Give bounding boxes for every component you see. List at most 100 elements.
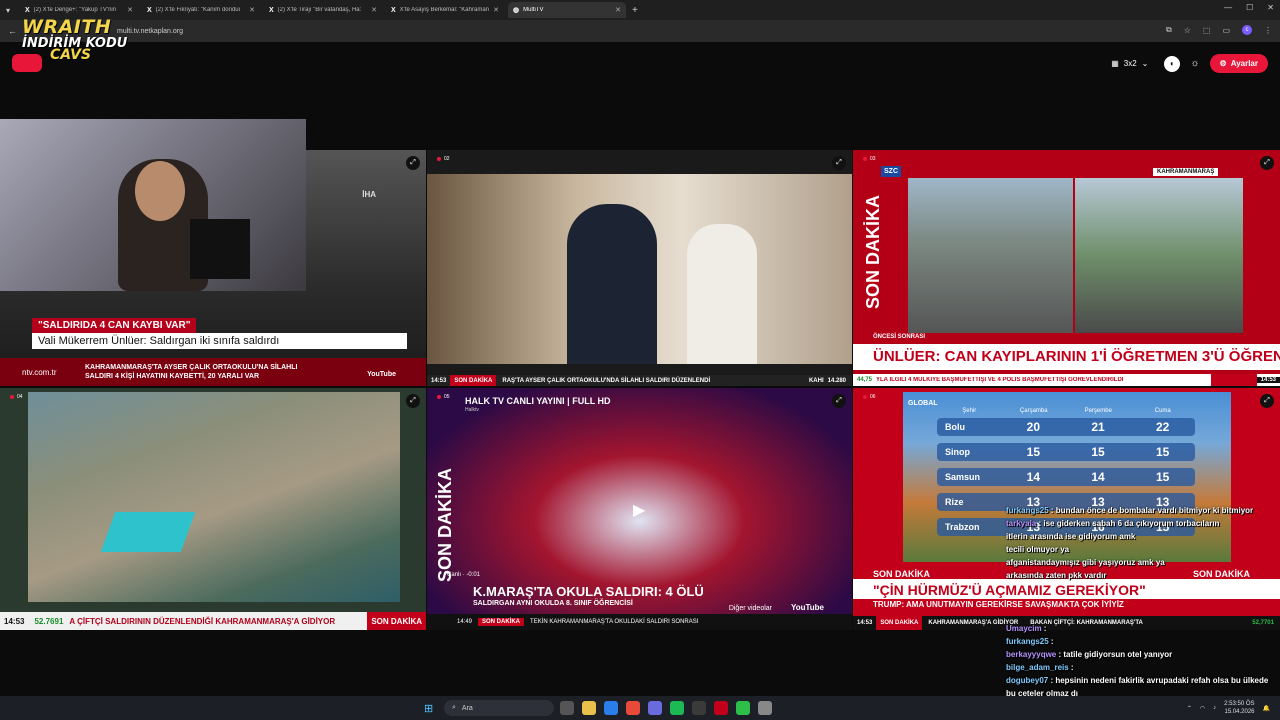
sidebar-icon[interactable]: ▭ — [1222, 26, 1230, 35]
location-label: KAHRAMANMARAŞ — [1153, 168, 1219, 176]
tile-number: 04 — [10, 394, 23, 400]
profile-avatar[interactable]: c — [1242, 25, 1252, 35]
expand-icon[interactable]: ⤢ — [1260, 394, 1274, 408]
whatsapp-icon[interactable] — [736, 701, 750, 715]
youtube-logo[interactable]: YouTube — [791, 603, 824, 612]
discord-icon[interactable] — [648, 701, 662, 715]
sponsor-overlay: WRAITH İNDİRİM KODU CAVS — [22, 16, 132, 76]
close-icon[interactable]: ✕ — [249, 6, 255, 14]
video-tile-2[interactable]: 02 14:53 SON DAKİKA RAŞ'TA AYSER ÇALIK O… — [427, 150, 852, 386]
news-ticker: ntv.com.tr KAHRAMANMARAŞ'TA AYSER ÇALIK … — [0, 358, 426, 386]
tile-number-label: 04 — [17, 394, 23, 400]
market-value: 44,75 — [857, 377, 873, 383]
chat-username[interactable]: berkayyyqwe — [1006, 650, 1056, 659]
video-title[interactable]: HALK TV CANLI YAYINI | FULL HD — [465, 396, 611, 406]
youtube-logo[interactable]: YouTube — [367, 371, 396, 378]
weather-city: Rize — [945, 497, 964, 507]
edge-icon[interactable] — [604, 701, 618, 715]
weather-city: Trabzon — [945, 522, 980, 532]
chat-separator: : — [1048, 637, 1054, 646]
chat-username[interactable]: dogubey07 — [1006, 676, 1048, 685]
expand-icon[interactable]: ⤢ — [832, 394, 846, 408]
expand-icon[interactable]: ⤢ — [406, 394, 420, 408]
tile-number-label: 05 — [444, 394, 450, 400]
more-videos-link[interactable]: Diğer videolar — [729, 605, 772, 612]
chat-username[interactable]: bilge_adam_reis — [1006, 663, 1069, 672]
channel-name[interactable]: Halktv — [465, 407, 479, 413]
browser-tab-3[interactable]: X (2) X'te Tirajı "Bir vatandaş, Ha: ✕ — [264, 2, 382, 18]
settings-button[interactable]: ⚙ Ayarlar — [1209, 54, 1268, 73]
market-value: 14.280 — [827, 377, 846, 384]
clock[interactable]: 2:53:50 ÖS 15.04.2026 — [1224, 700, 1254, 716]
chat-text: bundan önce de bombalar vardı bitmiyor k… — [1055, 506, 1254, 515]
close-icon[interactable]: ✕ — [371, 6, 377, 14]
minimize-icon[interactable]: — — [1224, 3, 1232, 12]
expand-icon[interactable]: ⤢ — [1260, 156, 1274, 170]
layout-label: 3x2 — [1123, 59, 1137, 68]
weather-col-day: Perşembe — [1084, 408, 1112, 414]
expand-icon[interactable]: ⤢ — [406, 156, 420, 170]
notification-icon[interactable]: 🔔 — [1263, 705, 1270, 712]
chrome-icon[interactable] — [626, 701, 640, 715]
pool-shape — [100, 512, 196, 552]
grid-icon: ▦ — [1111, 59, 1119, 68]
video-tile-4[interactable]: 04 14:53 52.7691 A ÇİFTÇİ SALDIRININ DÜZ… — [0, 388, 426, 630]
close-window-icon[interactable]: ✕ — [1267, 3, 1274, 12]
dark-mode-toggle[interactable]: ◐ — [1164, 55, 1181, 72]
sun-icon[interactable]: ☼ — [1190, 58, 1199, 69]
close-icon[interactable]: ✕ — [127, 6, 133, 14]
app-icon[interactable] — [714, 701, 728, 715]
tile-number-label: 03 — [870, 156, 876, 162]
task-view-icon[interactable] — [560, 701, 574, 715]
live-dot — [863, 395, 867, 399]
video-tile-3[interactable]: 03 SZC SON DAKİKA KAHRAMANMARAŞ ÖNCESİ S… — [853, 150, 1280, 386]
chat-username[interactable]: tarkyala — [1006, 519, 1036, 528]
volume-icon[interactable]: ♪ — [1213, 705, 1216, 711]
layout-select[interactable]: ▦ 3x2 ⌄ — [1105, 55, 1154, 72]
file-explorer-icon[interactable] — [582, 701, 596, 715]
sponsor-brand: WRAITH — [22, 16, 112, 38]
chat-username[interactable]: furkangs25 — [1006, 506, 1049, 515]
wifi-icon[interactable]: ◠ — [1200, 705, 1205, 712]
chat-username[interactable]: furkangs25 — [1006, 637, 1049, 646]
close-icon[interactable]: ✕ — [615, 6, 621, 14]
ticker-line-2: SALDIRI 4 KİŞİ HAYATINI KAYBETTİ, 20 YAR… — [85, 373, 260, 380]
globe-icon: ◍ — [513, 7, 520, 14]
weather-temp: 15 — [1026, 445, 1041, 459]
video-tile-5[interactable]: 05 HALK TV CANLI YAYINI | FULL HD Halktv… — [427, 388, 852, 630]
maximize-icon[interactable]: ☐ — [1246, 3, 1253, 12]
close-icon[interactable]: ✕ — [493, 6, 499, 14]
weather-temp: 20 — [1026, 420, 1041, 434]
ticker-tag: SON DAKİKA — [876, 616, 923, 630]
channel-logo: GLOBAL — [908, 400, 938, 407]
expand-icon[interactable]: ⤢ — [832, 156, 846, 170]
star-icon[interactable]: ☆ — [1184, 26, 1191, 35]
browser-tab-4[interactable]: X X'te Asayiş Berkemal: "Kahraman ✕ — [386, 2, 504, 18]
live-indicator: Canlı · -0:01 — [447, 572, 481, 578]
chat-text: tecili olmuyor ya — [1006, 545, 1070, 554]
chat-username[interactable]: Umaycim — [1006, 624, 1042, 633]
obs-icon[interactable] — [692, 701, 706, 715]
news-headline: "ÇİN HÜRMÜZ'Ü AÇMAMIZ GEREKİYOR" — [853, 579, 1280, 599]
ticker-time: 14:53 — [4, 616, 25, 626]
play-icon[interactable]: ▶ — [633, 500, 645, 520]
browser-tab-5[interactable]: ◍ MultiTV ✕ — [508, 2, 626, 18]
spotify-icon[interactable] — [670, 701, 684, 715]
weather-col-day: Çarşamba — [1019, 408, 1048, 414]
extensions-icon[interactable]: ⬚ — [1203, 26, 1211, 35]
chevron-up-icon[interactable]: ⌃ — [1187, 705, 1192, 712]
taskbar-search[interactable]: ⌕ Ara — [444, 700, 554, 716]
x-logo-icon: X — [25, 6, 30, 14]
news-subline: TRUMP: AMA UNUTMAYIN GEREKİRSE SAVAŞMAKT… — [873, 600, 1124, 609]
tile-number: 02 — [437, 156, 450, 162]
tab-title: (2) X'te Tirajı "Bir vatandaş, Ha: — [277, 7, 362, 13]
translate-icon[interactable]: ⧉ — [1166, 25, 1172, 35]
microphone — [190, 219, 250, 279]
tab-list-icon[interactable]: ▾ — [0, 6, 16, 15]
app-icon[interactable] — [758, 701, 772, 715]
back-icon[interactable]: ← — [8, 26, 17, 36]
browser-tab-2[interactable]: X (2) X'te Fikriyatı: "Kanım donduı ✕ — [142, 2, 260, 18]
new-tab-icon[interactable]: + — [632, 5, 638, 16]
windows-start-icon[interactable]: ⊞ — [424, 702, 433, 715]
menu-icon[interactable]: ⋮ — [1264, 26, 1272, 35]
